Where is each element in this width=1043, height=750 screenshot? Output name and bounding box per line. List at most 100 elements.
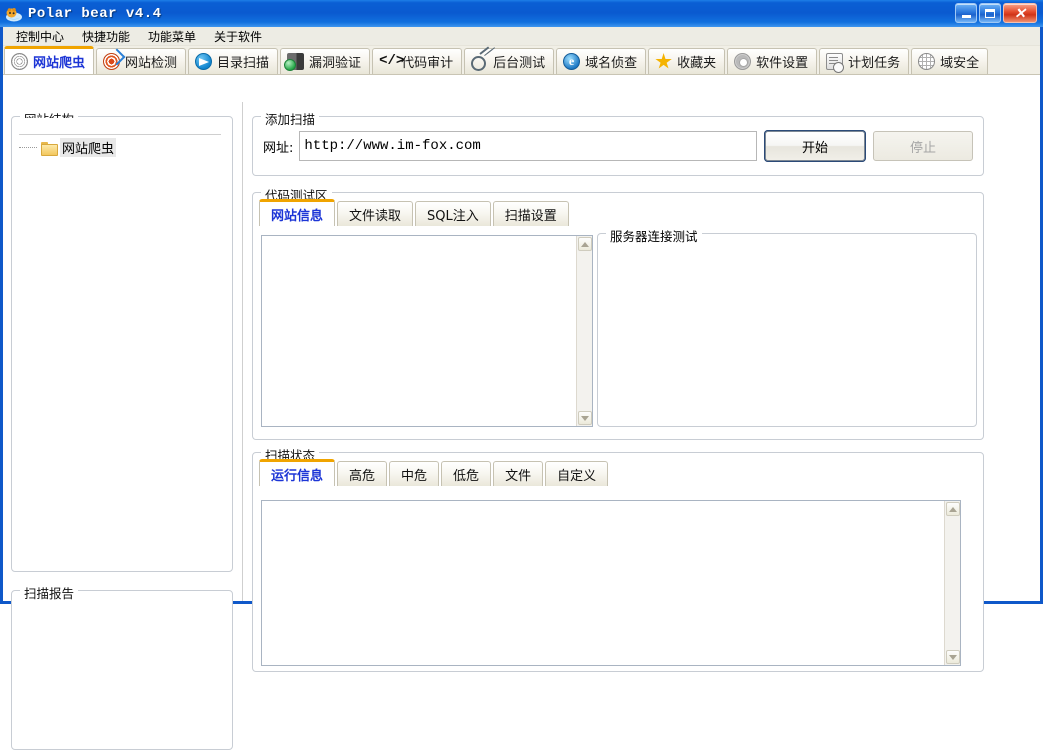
scan-log-textarea[interactable] [261, 500, 961, 666]
tree-item-website-crawler[interactable]: 网站爬虫 [19, 138, 117, 157]
server-connection-test-group: 服务器连接测试 [597, 226, 977, 427]
scroll-up-icon[interactable] [946, 502, 960, 516]
scan-status-tabs: 运行信息 高危 中危 低危 文件 自定义 [259, 459, 610, 486]
url-label: 网址: [263, 140, 294, 156]
tab-label: 网站爬虫 [33, 56, 86, 71]
scroll-down-icon[interactable] [946, 650, 960, 664]
tab-low-risk[interactable]: 低危 [441, 461, 492, 486]
tab-label: 高危 [349, 468, 376, 484]
tab-label: 软件设置 [756, 56, 809, 71]
scan-report-group: 扫描报告 [11, 583, 233, 750]
target-dart-icon [103, 53, 121, 70]
menu-item-control-center[interactable]: 控制中心 [7, 27, 73, 46]
tab-custom[interactable]: 自定义 [545, 461, 609, 486]
tab-label: 中危 [401, 468, 428, 484]
tab-label: 目录扫描 [217, 56, 270, 71]
menu-bar: 控制中心 快捷功能 功能菜单 关于软件 [3, 27, 1040, 46]
scan-status-group: 扫描状态 运行信息 高危 中危 低危 文件 自定义 [252, 445, 984, 672]
ie-browser-icon: e [563, 53, 581, 70]
tab-label: 后台测试 [493, 56, 546, 71]
tab-label: 网站信息 [271, 208, 324, 224]
website-structure-group: 网站结构 网站爬虫 [11, 109, 233, 572]
application-window: Polar bear v4.4 ✕ 控制中心 快捷功能 功能菜单 关于软件 网站… [0, 0, 1043, 750]
tab-sql-injection[interactable]: SQL注入 [415, 201, 491, 226]
tab-medium-risk[interactable]: 中危 [389, 461, 440, 486]
tab-backend-test[interactable]: 后台测试 [464, 48, 555, 74]
code-test-text[interactable] [262, 236, 576, 426]
tab-label: 网站检测 [125, 56, 178, 71]
code-test-textarea[interactable] [261, 235, 593, 427]
minimize-button[interactable] [955, 3, 977, 23]
tab-files[interactable]: 文件 [493, 461, 544, 486]
start-button[interactable]: 开始 [764, 130, 866, 162]
menu-item-function-menu[interactable]: 功能菜单 [139, 27, 205, 46]
gear-icon [734, 53, 752, 70]
title-bar: Polar bear v4.4 ✕ [0, 0, 1043, 27]
tab-site-info[interactable]: 网站信息 [259, 199, 336, 226]
tab-label: 自定义 [557, 468, 597, 484]
tab-domain-security[interactable]: 域安全 [911, 48, 989, 74]
tab-high-risk[interactable]: 高危 [337, 461, 388, 486]
code-test-group: 代码测试区 网站信息 文件读取 SQL注入 扫描设置 服务器连接测试 [252, 185, 984, 440]
tab-file-read[interactable]: 文件读取 [337, 201, 414, 226]
code-test-tabs: 网站信息 文件读取 SQL注入 扫描设置 [259, 199, 571, 226]
tree-separator [19, 134, 221, 135]
menu-item-about[interactable]: 关于软件 [205, 27, 271, 46]
tab-scan-settings[interactable]: 扫描设置 [492, 201, 569, 226]
left-panel: 网站结构 网站爬虫 扫描报告 [3, 102, 243, 750]
code-test-scrollbar[interactable] [576, 236, 592, 426]
key-icon [471, 53, 488, 71]
close-button[interactable]: ✕ [1003, 3, 1037, 23]
maximize-button[interactable] [979, 3, 1001, 23]
spider-web-icon [11, 53, 28, 70]
window-controls: ✕ [955, 3, 1037, 23]
scan-log-scrollbar[interactable] [944, 501, 960, 665]
tab-label: 文件读取 [349, 208, 402, 224]
tab-label: 低危 [453, 468, 480, 484]
tab-website-detection[interactable]: 网站检测 [96, 48, 187, 74]
globe-icon [918, 53, 936, 70]
menu-item-quick-functions[interactable]: 快捷功能 [73, 27, 139, 46]
tab-software-settings[interactable]: 软件设置 [727, 48, 818, 74]
tab-label: 漏洞验证 [309, 56, 362, 71]
tab-favorites[interactable]: 收藏夹 [648, 48, 726, 74]
scroll-down-icon[interactable] [578, 411, 592, 425]
folder-icon [41, 141, 58, 156]
client-area: 控制中心 快捷功能 功能菜单 关于软件 网站爬虫 网站检测 目录扫描 漏洞验证 [3, 27, 1040, 750]
tab-code-audit[interactable]: </> 代码审计 [372, 48, 463, 74]
tab-label: 收藏夹 [677, 56, 717, 71]
add-scan-group: 添加扫描 网址: 开始 停止 [252, 109, 984, 176]
tab-label: 文件 [505, 468, 532, 484]
tree-item-label: 网站爬虫 [60, 138, 117, 157]
send-arrow-icon [195, 53, 213, 70]
right-panel: 添加扫描 网址: 开始 停止 代码测试区 网站信息 [244, 102, 1040, 672]
tab-website-crawler[interactable]: 网站爬虫 [4, 46, 95, 74]
tab-label: 域名侦查 [585, 56, 638, 71]
url-row: 网址: 开始 停止 [253, 117, 983, 175]
stop-button[interactable]: 停止 [873, 131, 973, 161]
tab-label: SQL注入 [427, 208, 479, 224]
module-tab-strip: 网站爬虫 网站检测 目录扫描 漏洞验证 </> 代码审计 后台测试 e 域名侦查… [3, 46, 1040, 75]
polar-bear-icon [5, 5, 23, 23]
scroll-up-icon[interactable] [578, 237, 592, 251]
tab-runtime-info[interactable]: 运行信息 [259, 459, 336, 486]
tree-connector [19, 147, 37, 148]
tab-label: 运行信息 [271, 468, 324, 484]
website-structure-tree[interactable]: 网站爬虫 [13, 118, 231, 570]
server-check-icon [284, 53, 305, 71]
window-title: Polar bear v4.4 [28, 5, 162, 22]
scan-log-text[interactable] [262, 501, 944, 665]
clipboard-clock-icon [826, 53, 845, 73]
tab-directory-scan[interactable]: 目录扫描 [188, 48, 279, 74]
tab-scheduled-tasks[interactable]: 计划任务 [819, 48, 910, 74]
tab-label: 计划任务 [848, 56, 901, 71]
tab-label: 代码审计 [401, 56, 454, 71]
tab-label: 域安全 [940, 56, 980, 71]
tab-domain-recon[interactable]: e 域名侦查 [556, 48, 647, 74]
server-connection-test-content [602, 238, 972, 422]
star-icon [655, 53, 672, 69]
url-input[interactable] [299, 131, 757, 161]
tab-vulnerability-verify[interactable]: 漏洞验证 [280, 48, 371, 74]
code-brackets-icon: </> [379, 53, 405, 69]
content-body: 网站结构 网站爬虫 扫描报告 [3, 102, 1040, 750]
